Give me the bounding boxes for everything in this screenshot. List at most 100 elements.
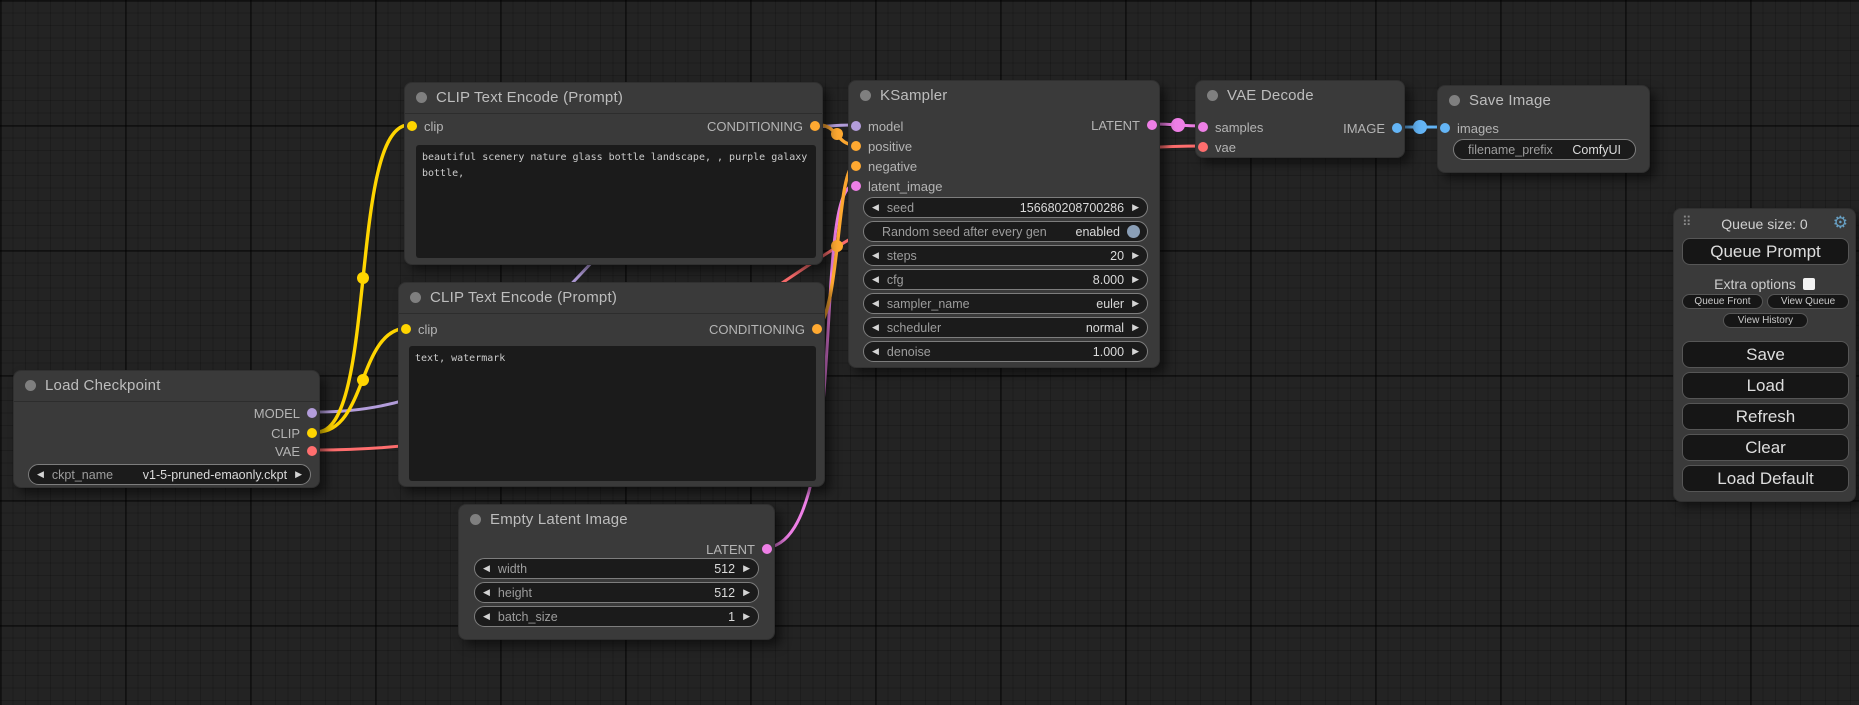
input-clip[interactable]: clip xyxy=(407,120,444,132)
node-title-bar[interactable]: Load Checkpoint xyxy=(14,371,319,402)
clip-input-socket[interactable] xyxy=(407,121,417,131)
node-clip-text-encode-positive[interactable]: CLIP Text Encode (Prompt) clip CONDITION… xyxy=(404,82,823,265)
collapse-dot-icon[interactable] xyxy=(1449,95,1460,106)
steps-widget[interactable]: ◀ steps 20 ▶ xyxy=(863,245,1148,266)
negative-prompt-textarea[interactable]: text, watermark xyxy=(409,346,816,481)
height-widget[interactable]: ◀ height 512 ▶ xyxy=(474,582,759,603)
output-image[interactable]: IMAGE xyxy=(1343,122,1402,134)
model-output-socket[interactable] xyxy=(307,408,317,418)
view-history-button[interactable]: View History xyxy=(1723,313,1808,328)
seed-widget[interactable]: ◀ seed 156680208700286 ▶ xyxy=(863,197,1148,218)
conditioning-output-socket[interactable] xyxy=(812,324,822,334)
latent-input-socket[interactable] xyxy=(851,181,861,191)
node-title-bar[interactable]: VAE Decode xyxy=(1196,81,1404,111)
input-samples[interactable]: samples xyxy=(1198,121,1263,133)
node-title-bar[interactable]: Empty Latent Image xyxy=(459,505,774,535)
link-dot-samples[interactable] xyxy=(1171,118,1185,132)
images-input-socket[interactable] xyxy=(1440,123,1450,133)
queue-front-button[interactable]: Queue Front xyxy=(1682,294,1763,309)
queue-prompt-button[interactable]: Queue Prompt xyxy=(1682,238,1849,265)
output-model[interactable]: MODEL xyxy=(254,407,317,419)
node-empty-latent-image[interactable]: Empty Latent Image LATENT ◀ width 512 ▶ … xyxy=(458,504,775,640)
next-arrow-icon[interactable]: ▶ xyxy=(1124,275,1147,284)
random-seed-toggle-widget[interactable]: Random seed after every gen enabled xyxy=(863,221,1148,242)
node-save-image[interactable]: Save Image images filename_prefix ComfyU… xyxy=(1437,85,1650,173)
output-conditioning[interactable]: CONDITIONING xyxy=(709,323,822,335)
link-dot-images[interactable] xyxy=(1413,120,1427,134)
input-model[interactable]: model xyxy=(851,120,903,132)
prev-arrow-icon[interactable]: ◀ xyxy=(864,251,887,260)
input-positive[interactable]: positive xyxy=(851,140,912,152)
filename-prefix-widget[interactable]: filename_prefix ComfyUI xyxy=(1453,139,1636,160)
settings-gear-icon[interactable]: ⚙ xyxy=(1833,213,1848,233)
prev-arrow-icon[interactable]: ◀ xyxy=(864,323,887,332)
clip-output-socket[interactable] xyxy=(307,428,317,438)
output-latent[interactable]: LATENT xyxy=(1091,119,1157,131)
collapse-dot-icon[interactable] xyxy=(416,92,427,103)
clip-input-socket[interactable] xyxy=(401,324,411,334)
node-title-bar[interactable]: CLIP Text Encode (Prompt) xyxy=(405,83,822,114)
next-arrow-icon[interactable]: ▶ xyxy=(1124,299,1147,308)
input-images[interactable]: images xyxy=(1440,122,1499,134)
prev-arrow-icon[interactable]: ◀ xyxy=(864,299,887,308)
next-arrow-icon[interactable]: ▶ xyxy=(287,470,310,479)
prev-arrow-icon[interactable]: ◀ xyxy=(864,347,887,356)
next-arrow-icon[interactable]: ▶ xyxy=(735,588,758,597)
prev-arrow-icon[interactable]: ◀ xyxy=(864,275,887,284)
denoise-widget[interactable]: ◀ denoise 1.000 ▶ xyxy=(863,341,1148,362)
prev-arrow-icon[interactable]: ◀ xyxy=(475,564,498,573)
extra-options-checkbox[interactable] xyxy=(1803,278,1815,290)
collapse-dot-icon[interactable] xyxy=(410,292,421,303)
collapse-dot-icon[interactable] xyxy=(1207,90,1218,101)
refresh-button[interactable]: Refresh xyxy=(1682,403,1849,430)
save-button[interactable]: Save xyxy=(1682,341,1849,368)
prev-arrow-icon[interactable]: ◀ xyxy=(864,203,887,212)
prev-arrow-icon[interactable]: ◀ xyxy=(29,470,52,479)
node-title-bar[interactable]: KSampler xyxy=(849,81,1159,111)
link-dot-clip-positive[interactable] xyxy=(357,272,369,284)
collapse-dot-icon[interactable] xyxy=(470,514,481,525)
positive-input-socket[interactable] xyxy=(851,141,861,151)
node-title-bar[interactable]: CLIP Text Encode (Prompt) xyxy=(399,283,824,314)
node-clip-text-encode-negative[interactable]: CLIP Text Encode (Prompt) clip CONDITION… xyxy=(398,282,825,487)
node-vae-decode[interactable]: VAE Decode samples vae IMAGE xyxy=(1195,80,1405,158)
input-clip[interactable]: clip xyxy=(401,323,438,335)
cfg-widget[interactable]: ◀ cfg 8.000 ▶ xyxy=(863,269,1148,290)
collapse-dot-icon[interactable] xyxy=(25,380,36,391)
prev-arrow-icon[interactable]: ◀ xyxy=(475,612,498,621)
output-vae[interactable]: VAE xyxy=(275,445,317,457)
link-dot-cond-negative[interactable] xyxy=(831,240,843,252)
next-arrow-icon[interactable]: ▶ xyxy=(1124,251,1147,260)
link-dot-cond-positive[interactable] xyxy=(831,128,843,140)
input-vae[interactable]: vae xyxy=(1198,141,1236,153)
next-arrow-icon[interactable]: ▶ xyxy=(1124,347,1147,356)
vae-input-socket[interactable] xyxy=(1198,142,1208,152)
node-ksampler[interactable]: KSampler model positive negative latent_… xyxy=(848,80,1160,368)
output-conditioning[interactable]: CONDITIONING xyxy=(707,120,820,132)
node-title-bar[interactable]: Save Image xyxy=(1438,86,1649,116)
vae-output-socket[interactable] xyxy=(307,446,317,456)
image-output-socket[interactable] xyxy=(1392,123,1402,133)
next-arrow-icon[interactable]: ▶ xyxy=(1124,203,1147,212)
input-negative[interactable]: negative xyxy=(851,160,917,172)
collapse-dot-icon[interactable] xyxy=(860,90,871,101)
latent-output-socket[interactable] xyxy=(1147,120,1157,130)
output-latent[interactable]: LATENT xyxy=(706,543,772,555)
scheduler-widget[interactable]: ◀ scheduler normal ▶ xyxy=(863,317,1148,338)
next-arrow-icon[interactable]: ▶ xyxy=(1124,323,1147,332)
link-dot-clip-negative[interactable] xyxy=(357,374,369,386)
width-widget[interactable]: ◀ width 512 ▶ xyxy=(474,558,759,579)
load-button[interactable]: Load xyxy=(1682,372,1849,399)
next-arrow-icon[interactable]: ▶ xyxy=(735,564,758,573)
samples-input-socket[interactable] xyxy=(1198,122,1208,132)
sampler-name-widget[interactable]: ◀ sampler_name euler ▶ xyxy=(863,293,1148,314)
view-queue-button[interactable]: View Queue xyxy=(1767,294,1849,309)
node-graph-canvas[interactable]: Load Checkpoint MODEL CLIP VAE ◀ ckpt_na… xyxy=(0,0,1859,705)
input-latent-image[interactable]: latent_image xyxy=(851,180,942,192)
load-default-button[interactable]: Load Default xyxy=(1682,465,1849,492)
clear-button[interactable]: Clear xyxy=(1682,434,1849,461)
node-load-checkpoint[interactable]: Load Checkpoint MODEL CLIP VAE ◀ ckpt_na… xyxy=(13,370,320,488)
output-clip[interactable]: CLIP xyxy=(271,427,317,439)
next-arrow-icon[interactable]: ▶ xyxy=(735,612,758,621)
ckpt-name-widget[interactable]: ◀ ckpt_name v1-5-pruned-emaonly.ckpt ▶ xyxy=(28,464,311,485)
